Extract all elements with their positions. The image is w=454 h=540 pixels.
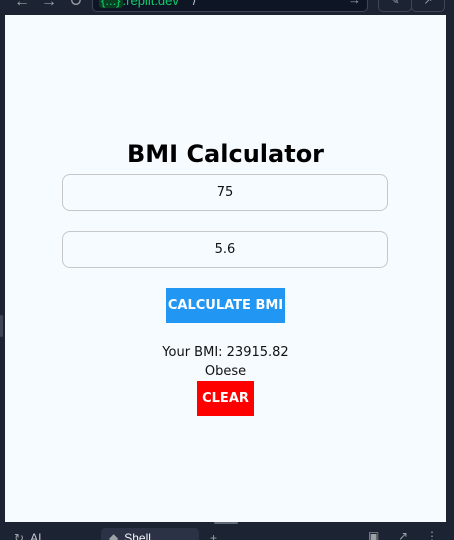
wrench-icon: ✎ xyxy=(390,0,400,7)
url-domain-badge: {...} xyxy=(99,0,123,8)
open-new-tab-button[interactable]: ↗ xyxy=(411,0,445,12)
pane-resize-handle[interactable] xyxy=(0,315,3,337)
external-link-icon: ↗ xyxy=(423,0,433,7)
expand-icon[interactable]: ↗ xyxy=(398,530,408,540)
arrow-right-icon[interactable]: → xyxy=(348,0,361,8)
url-path: / xyxy=(192,0,197,8)
arrow-right-icon[interactable]: → xyxy=(41,0,57,10)
clear-button[interactable]: CLEAR xyxy=(197,381,254,416)
layout-icon[interactable]: ▣ xyxy=(368,530,379,540)
arrow-left-icon[interactable]: ← xyxy=(14,0,30,10)
page-title: BMI Calculator xyxy=(126,140,325,168)
right-gutter xyxy=(446,15,454,522)
add-tab-button[interactable]: + xyxy=(210,528,217,540)
url-bar[interactable]: {...}.replit.dev / → xyxy=(92,0,368,12)
shell-icon: ◆ xyxy=(109,531,119,540)
browser-toolbar: ← → ↻ {...}.replit.dev / → ✎ ↗ xyxy=(0,0,454,15)
weight-input[interactable] xyxy=(62,174,388,211)
tab-ai[interactable]: ↻ AI xyxy=(14,528,41,540)
url-domain: .replit.dev xyxy=(122,0,179,8)
panel-resize-grip[interactable] xyxy=(214,522,238,524)
bottom-tab-bar: ↻ AI ◆ Shell + ▣ ↗ ⋮ xyxy=(0,522,454,540)
tab-ai-label: AI xyxy=(30,531,42,540)
reload-icon[interactable]: ↻ xyxy=(69,0,82,10)
sparkle-icon: ↻ xyxy=(14,531,25,540)
more-options-icon[interactable]: ⋮ xyxy=(426,530,438,540)
height-input[interactable] xyxy=(62,231,388,268)
webview: BMI Calculator CALCULATE BMI Your BMI: 2… xyxy=(5,15,446,522)
bmi-category-text: Obese xyxy=(204,364,247,379)
calculate-bmi-button[interactable]: CALCULATE BMI xyxy=(166,288,285,323)
bmi-result-text: Your BMI: 23915.82 xyxy=(162,345,289,360)
devtools-button[interactable]: ✎ xyxy=(378,0,412,12)
tab-shell[interactable]: ◆ Shell xyxy=(101,528,199,540)
tab-shell-label: Shell xyxy=(124,531,151,540)
